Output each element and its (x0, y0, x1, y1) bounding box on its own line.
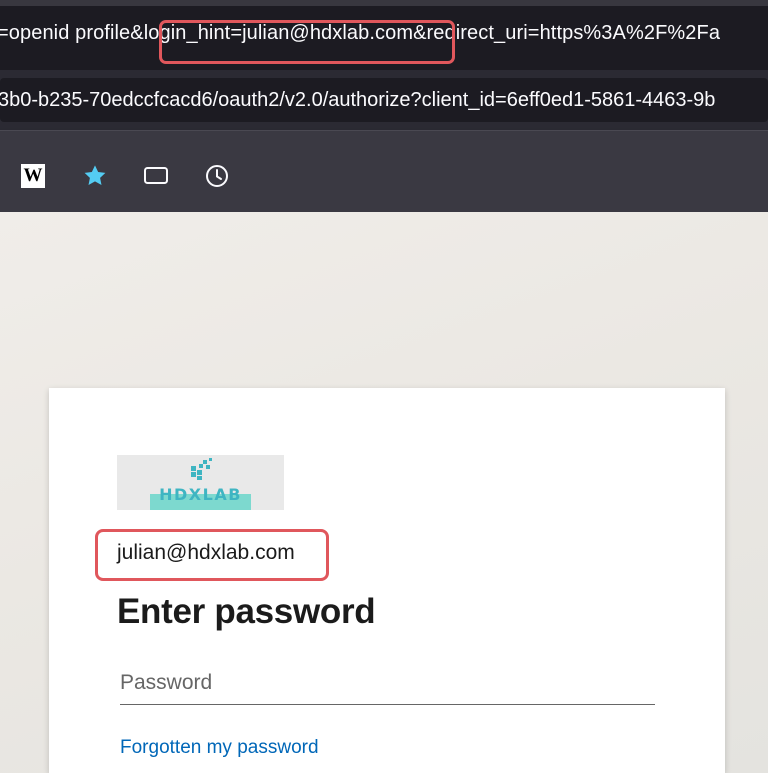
password-field[interactable] (120, 661, 655, 705)
bookmarks-toolbar: W (0, 130, 768, 213)
page-title: Enter password (117, 592, 376, 631)
address-bar-top[interactable]: =openid profile&login_hint=julian@hdxlab… (0, 0, 768, 70)
annotation-highlight-login-hint (159, 20, 455, 64)
star-icon[interactable] (82, 163, 108, 189)
company-logo: HDXLAB (117, 455, 284, 510)
url-part-before: =openid profile& (0, 22, 144, 44)
url-part-after: &redirect_uri=https%3A%2F%2Fa (413, 22, 721, 44)
forgot-password-link[interactable]: Forgotten my password (120, 737, 319, 759)
address-bar[interactable]: 3b0-b235-70edccfcacd6/oauth2/v2.0/author… (0, 70, 768, 130)
wikipedia-icon[interactable]: W (21, 164, 45, 188)
logo-text: HDXLAB (159, 485, 242, 504)
wikipedia-glyph: W (23, 165, 43, 186)
url-text: 3b0-b235-70edccfcacd6/oauth2/v2.0/author… (0, 89, 716, 111)
clock-icon[interactable] (204, 163, 230, 189)
annotation-highlight-identity (95, 529, 329, 581)
logo-mark-icon (191, 458, 212, 480)
tab-icon[interactable] (143, 163, 169, 189)
